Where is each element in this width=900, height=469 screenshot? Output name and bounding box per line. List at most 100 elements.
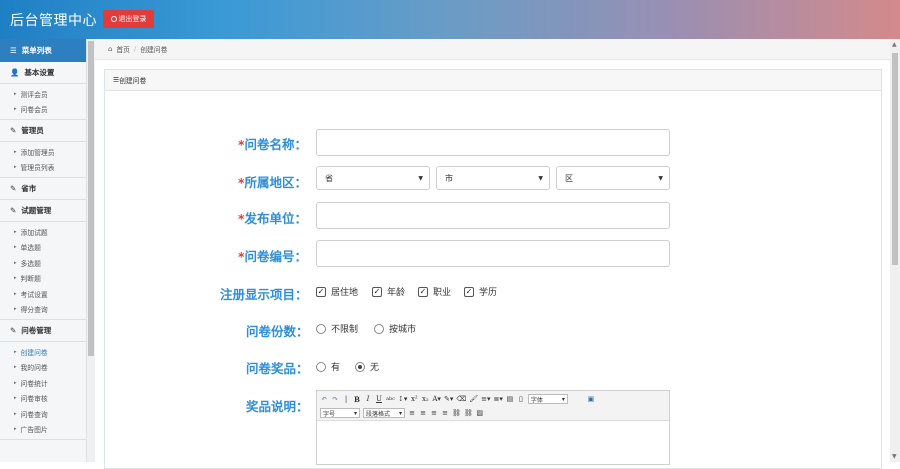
fullscreen-icon[interactable]: ▣: [587, 395, 595, 403]
radio-icon: [316, 323, 326, 334]
scrollbar-thumb[interactable]: [892, 53, 898, 265]
publisher-input[interactable]: [316, 202, 670, 229]
bold-icon[interactable]: B: [353, 395, 361, 404]
edit-icon: ✎: [10, 126, 17, 135]
sidebar-item[interactable]: ▸ 添加试题: [0, 224, 86, 240]
sidebar-item[interactable]: ▸ 问卷统计: [0, 375, 86, 391]
sidebar-item[interactable]: ▸ 广告图片: [0, 422, 86, 438]
checkbox-checked-icon: ✓: [316, 286, 326, 297]
align-justify-icon[interactable]: ≡: [441, 409, 449, 417]
undo-icon[interactable]: ↶: [320, 395, 328, 403]
district-select[interactable]: 区 ▼: [556, 166, 670, 190]
sidebar-section-basic[interactable]: 👤 基本设置: [0, 62, 86, 84]
user-icon: 👤: [10, 68, 20, 77]
sidebar-item[interactable]: ▸ 考试设置: [0, 286, 86, 302]
rich-text-editor[interactable]: ↶ ↷ | B I U abc ↕▾ x² x₂ A▾ ✎▾ ⌫ 🖌 ≡▾ ≣▾…: [316, 390, 670, 465]
sidebar-item[interactable]: ▸ 得分查询: [0, 302, 86, 318]
align-left-icon[interactable]: ≡: [408, 409, 416, 417]
sidebar-item[interactable]: ▸ 测评会员: [0, 86, 86, 102]
font-color-icon[interactable]: A▾: [432, 395, 441, 403]
image-icon[interactable]: ▨: [476, 409, 484, 417]
survey-no-input[interactable]: [316, 240, 670, 267]
sidebar-item[interactable]: ▸ 管理员列表: [0, 160, 86, 176]
sidebar-item[interactable]: ▸ 我的问卷: [0, 360, 86, 376]
scroll-up-icon[interactable]: ▲: [892, 41, 897, 48]
sidebar-scrollbar[interactable]: [87, 39, 95, 462]
eraser-icon[interactable]: ⌫: [456, 395, 466, 403]
unordered-list-icon[interactable]: ≣▾: [494, 395, 503, 403]
underline-icon[interactable]: U: [375, 395, 383, 403]
subscript-icon[interactable]: x₂: [421, 395, 429, 403]
chevron-right-icon: ▸: [14, 364, 17, 371]
scroll-down-icon[interactable]: ▼: [892, 453, 897, 460]
sidebar-item[interactable]: ▸ 添加管理员: [0, 144, 86, 160]
sidebar-item[interactable]: ▸ 多选题: [0, 255, 86, 271]
chevron-right-icon: ▸: [14, 259, 17, 266]
home-icon: ⌂: [108, 45, 113, 53]
sidebar-section-province[interactable]: ✎ 省市: [0, 178, 86, 200]
sidebar-item-create-survey[interactable]: ▸ 创建问卷: [0, 344, 86, 360]
radio-icon: [316, 361, 326, 372]
checkbox-checked-icon: ✓: [372, 286, 382, 297]
checkbox-occupation[interactable]: ✓ 职业: [418, 285, 451, 298]
chevron-right-icon: ▸: [14, 90, 17, 97]
sidebar-section-admin[interactable]: ✎ 管理员: [0, 120, 86, 142]
dropdown-arrow-icon: ▾: [398, 409, 402, 417]
unlink-icon[interactable]: ⛓: [464, 409, 473, 417]
chevron-right-icon: ▸: [14, 290, 17, 297]
chevron-right-icon: ▸: [14, 148, 17, 155]
superscript-icon[interactable]: x²: [410, 395, 418, 403]
radio-prize-no[interactable]: 无: [355, 360, 379, 373]
italic-icon[interactable]: I: [364, 395, 372, 403]
link-icon[interactable]: ⛓: [452, 409, 461, 417]
page-scrollbar[interactable]: ▲ ▼: [890, 39, 900, 462]
checkbox-checked-icon: ✓: [464, 286, 474, 297]
align-center-icon[interactable]: ≡: [419, 409, 427, 417]
radio-prize-yes[interactable]: 有: [316, 360, 340, 373]
logout-label: 退出登录: [118, 15, 147, 23]
survey-name-label: *问卷名称：: [238, 137, 308, 152]
sidebar-header[interactable]: ☰ 菜单列表: [0, 39, 86, 62]
dropdown-arrow-icon: ▾: [353, 409, 357, 417]
paragraph-format-select[interactable]: 段落格式 ▾: [363, 408, 405, 418]
edit-icon: ✎: [10, 184, 17, 193]
sidebar-item[interactable]: ▸ 问卷会员: [0, 102, 86, 118]
city-select[interactable]: 市 ▼: [436, 166, 550, 190]
region-label: *所属地区：: [238, 175, 308, 190]
sidebar-section-questions[interactable]: ✎ 试题管理: [0, 200, 86, 222]
strikethrough-icon[interactable]: abc: [386, 396, 395, 402]
logout-button[interactable]: 退出登录: [103, 10, 154, 28]
checkbox-education[interactable]: ✓ 学历: [464, 285, 497, 298]
chevron-right-icon: ▸: [14, 244, 17, 251]
dropdown-arrow-icon: ▼: [658, 174, 663, 182]
checkbox-residence[interactable]: ✓ 居住地: [316, 285, 358, 298]
radio-by-city[interactable]: 按城市: [374, 322, 416, 335]
ordered-list-icon[interactable]: ≡▾: [481, 395, 490, 403]
reg-fields-label: 注册显示项目：: [220, 287, 308, 302]
survey-no-label: *问卷编号：: [238, 249, 308, 264]
checkbox-age[interactable]: ✓ 年龄: [372, 285, 405, 298]
brush-icon[interactable]: 🖌: [469, 395, 478, 403]
sidebar-section-survey[interactable]: ✎ 问卷管理: [0, 320, 86, 342]
align-right-icon[interactable]: ≡: [430, 409, 438, 417]
panel-title: 创建问卷: [119, 77, 147, 85]
sidebar-item[interactable]: ▸ 问卷审核: [0, 391, 86, 407]
sidebar-item[interactable]: ▸ 问卷查询: [0, 406, 86, 422]
province-select[interactable]: 省 ▼: [316, 166, 430, 190]
sidebar-item[interactable]: ▸ 单选题: [0, 240, 86, 256]
scrollbar-thumb[interactable]: [88, 41, 94, 356]
document-icon[interactable]: ▯: [517, 395, 525, 403]
breadcrumb: ⌂ 首页 / 创建问卷: [95, 39, 900, 60]
font-size-select[interactable]: 字号 ▾: [320, 408, 360, 418]
chevron-right-icon: ▸: [14, 348, 17, 355]
line-height-icon[interactable]: ↕▾: [398, 395, 407, 403]
chevron-right-icon: ▸: [14, 410, 17, 417]
font-family-select[interactable]: 字体 ▾: [527, 394, 568, 404]
radio-unlimited[interactable]: 不限制: [316, 322, 358, 335]
highlight-icon[interactable]: ✎▾: [444, 395, 453, 403]
pdf-icon[interactable]: ▤: [506, 395, 514, 403]
redo-icon[interactable]: ↷: [331, 395, 339, 403]
survey-name-input[interactable]: [316, 129, 670, 156]
breadcrumb-home[interactable]: 首页: [116, 44, 130, 54]
sidebar-item[interactable]: ▸ 判断题: [0, 271, 86, 287]
